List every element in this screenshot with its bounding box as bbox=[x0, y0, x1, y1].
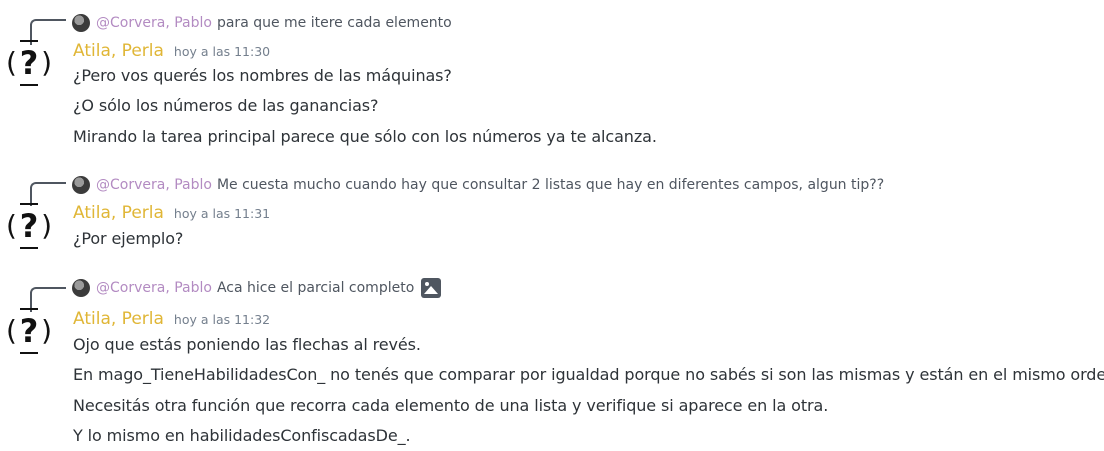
reply-text[interactable]: Aca hice el parcial completo bbox=[217, 280, 414, 296]
image-icon[interactable] bbox=[421, 278, 442, 298]
author-name[interactable]: Atila, Perla bbox=[73, 203, 164, 223]
reply-text[interactable]: Me cuesta mucho cuando hay que consultar… bbox=[217, 177, 884, 193]
reply-preview[interactable]: @Corvera, Pablo Aca hice el parcial comp… bbox=[72, 278, 442, 298]
message-line: Y lo mismo en habilidadesConfiscadasDe_. bbox=[73, 426, 411, 445]
reply-author[interactable]: @Corvera, Pablo bbox=[96, 280, 212, 296]
message-header: Atila, Perla hoy a las 11:32 bbox=[73, 309, 270, 329]
message-line: ¿O sólo los números de las ganancias? bbox=[73, 96, 379, 115]
author-name[interactable]: Atila, Perla bbox=[73, 309, 164, 329]
message-line: En mago_TieneHabilidadesCon_ no tenés qu… bbox=[73, 365, 1104, 384]
reply-avatar[interactable] bbox=[72, 176, 90, 194]
timestamp[interactable]: hoy a las 11:30 bbox=[174, 44, 270, 59]
message-line: Necesitás otra función que recorra cada … bbox=[73, 396, 829, 415]
avatar[interactable]: ( ? ) bbox=[6, 308, 52, 354]
avatar[interactable]: ( ? ) bbox=[6, 203, 52, 249]
reply-text[interactable]: para que me itere cada elemento bbox=[217, 15, 452, 31]
message-line: ¿Pero vos querés los nombres de las máqu… bbox=[73, 66, 452, 85]
avatar[interactable]: ( ? ) bbox=[6, 40, 52, 86]
timestamp[interactable]: hoy a las 11:32 bbox=[174, 312, 270, 327]
message-line: Mirando la tarea principal parece que só… bbox=[73, 127, 657, 146]
message-header: Atila, Perla hoy a las 11:31 bbox=[73, 203, 270, 223]
reply-author[interactable]: @Corvera, Pablo bbox=[96, 177, 212, 193]
message-line: Ojo que estás poniendo las flechas al re… bbox=[73, 335, 421, 354]
reply-author[interactable]: @Corvera, Pablo bbox=[96, 15, 212, 31]
author-name[interactable]: Atila, Perla bbox=[73, 41, 164, 61]
reply-preview[interactable]: @Corvera, Pablo para que me itere cada e… bbox=[72, 14, 452, 32]
reply-avatar[interactable] bbox=[72, 279, 90, 297]
message-header: Atila, Perla hoy a las 11:30 bbox=[73, 41, 270, 61]
timestamp[interactable]: hoy a las 11:31 bbox=[174, 206, 270, 221]
reply-preview[interactable]: @Corvera, Pablo Me cuesta mucho cuando h… bbox=[72, 176, 884, 194]
reply-avatar[interactable] bbox=[72, 14, 90, 32]
message-line: ¿Por ejemplo? bbox=[73, 229, 184, 248]
